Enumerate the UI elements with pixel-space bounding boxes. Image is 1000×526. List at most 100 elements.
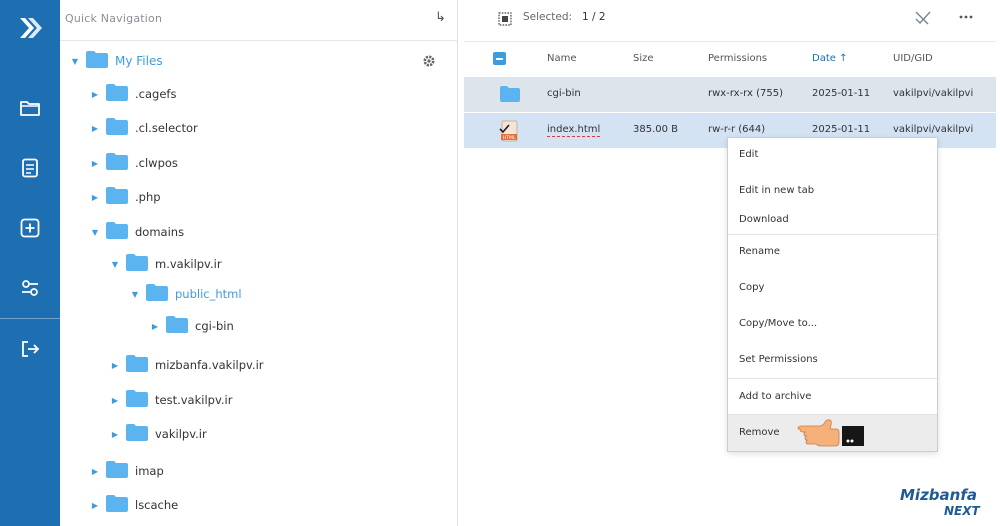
column-permissions[interactable]: Permissions <box>708 53 767 64</box>
tree-header: Quick Navigation ↳ <box>60 0 458 41</box>
connections-icon[interactable] <box>15 273 45 303</box>
tree-node-label: vakilpv.ir <box>155 427 207 441</box>
tree-node[interactable]: ▶ imap <box>90 460 164 482</box>
folder-icon <box>106 221 128 243</box>
tree-node-label: public_html <box>175 287 242 301</box>
file-date: 2025-01-11 <box>812 88 871 99</box>
left-rail <box>0 0 60 526</box>
tree-node[interactable]: ▶ .cl.selector <box>90 117 198 139</box>
tree-node-label: .cl.selector <box>135 121 198 135</box>
more-options-icon[interactable] <box>959 9 973 29</box>
menu-item-add-archive[interactable]: Add to archive <box>728 391 937 402</box>
caret-down-icon[interactable]: ▼ <box>110 260 120 269</box>
caret-right-icon[interactable]: ▶ <box>110 430 120 439</box>
tree-node-label: My Files <box>115 54 163 68</box>
tree-node-label: .clwpos <box>135 156 178 170</box>
menu-item-edit[interactable]: Edit <box>728 149 937 160</box>
tree-node-label: imap <box>135 464 164 478</box>
folder-icon <box>500 86 520 106</box>
collapse-tree-button[interactable]: ↳ <box>435 10 446 25</box>
file-permissions: rw-r-r (644) <box>708 124 766 135</box>
tree-node[interactable]: ▶ cgi-bin <box>150 315 234 337</box>
file-name: cgi-bin <box>547 88 581 99</box>
file-date: 2025-01-11 <box>812 124 871 135</box>
folder-icon <box>106 186 128 208</box>
gear-icon[interactable] <box>422 53 436 72</box>
tree-node[interactable]: ▶ lscache <box>90 494 178 516</box>
menu-item-download[interactable]: Download <box>728 214 937 225</box>
tree-node[interactable]: ▶ .php <box>90 186 161 208</box>
tree-node-label: .cagefs <box>135 87 177 101</box>
tree-node[interactable]: ▶ test.vakilpv.ir <box>110 389 232 411</box>
select-all-checkbox[interactable] <box>493 52 506 65</box>
caret-right-icon[interactable]: ▶ <box>90 193 100 202</box>
tree-node-label: test.vakilpv.ir <box>155 393 233 407</box>
pointer-hand-icon <box>796 416 866 454</box>
folder-icon <box>166 315 188 337</box>
caret-right-icon[interactable]: ▶ <box>90 159 100 168</box>
tree-node-root[interactable]: ▼ My Files <box>70 50 163 72</box>
svg-text:HTML: HTML <box>503 135 516 141</box>
add-icon[interactable] <box>15 213 45 243</box>
tree-node-label: domains <box>135 225 185 239</box>
folder-icon <box>106 494 128 516</box>
table-row[interactable]: cgi-bin rwx-rx-rx (755) 2025-01-11 vakil… <box>464 77 996 112</box>
selected-count: 1 / 2 <box>582 11 606 23</box>
table-header: Name Size Permissions Date ↑ UID/GID <box>464 41 996 75</box>
folder-icon <box>106 460 128 482</box>
file-uid: vakilpvi/vakilpvi <box>893 88 974 99</box>
caret-right-icon[interactable]: ▶ <box>110 396 120 405</box>
menu-item-copy-move[interactable]: Copy/Move to... <box>728 318 937 329</box>
html-file-icon: HTML <box>498 120 520 146</box>
tree-title: Quick Navigation <box>65 12 163 25</box>
folder-icon[interactable] <box>15 93 45 123</box>
menu-item-rename[interactable]: Rename <box>728 246 937 257</box>
tree-node[interactable]: ▶ mizbanfa.vakilpv.ir <box>110 354 264 376</box>
folder-icon <box>126 389 148 411</box>
menu-item-copy[interactable]: Copy <box>728 282 937 293</box>
menu-divider <box>728 378 937 379</box>
file-uid: vakilpvi/vakilpvi <box>893 124 974 135</box>
caret-right-icon[interactable]: ▶ <box>110 361 120 370</box>
caret-down-icon[interactable]: ▼ <box>130 290 140 299</box>
caret-right-icon[interactable]: ▶ <box>90 124 100 133</box>
folder-icon <box>106 152 128 174</box>
folder-icon <box>86 50 108 72</box>
tree-node[interactable]: ▶ .cagefs <box>90 83 176 105</box>
file-manager-app: Quick Navigation ↳ ▼ My Files ▶ .cagefs ▶ .cl… <box>0 0 1000 526</box>
column-size[interactable]: Size <box>633 53 654 64</box>
column-name[interactable]: Name <box>547 53 577 64</box>
folder-icon <box>126 253 148 275</box>
file-toolbar: Selected: 1 / 2 <box>459 0 1000 37</box>
caret-right-icon[interactable]: ▶ <box>90 90 100 99</box>
tree-node[interactable]: ▼ public_html <box>130 283 242 305</box>
rail-divider <box>0 318 60 319</box>
caret-down-icon[interactable]: ▼ <box>70 57 80 66</box>
tree-node-label: cgi-bin <box>195 319 234 333</box>
menu-item-edit-new-tab[interactable]: Edit in new tab <box>728 185 937 196</box>
caret-right-icon[interactable]: ▶ <box>90 501 100 510</box>
folder-icon <box>106 117 128 139</box>
caret-right-icon[interactable]: ▶ <box>90 467 100 476</box>
folder-tree-panel: Quick Navigation ↳ ▼ My Files ▶ .cagefs ▶ .cl… <box>60 0 458 526</box>
file-name: index.html <box>547 124 601 135</box>
logo-icon[interactable] <box>16 14 44 42</box>
document-icon[interactable] <box>15 153 45 183</box>
tree-node[interactable]: ▶ .clwpos <box>90 152 178 174</box>
folder-icon <box>146 283 168 305</box>
tree-node[interactable]: ▶ vakilpv.ir <box>110 423 207 445</box>
column-uid[interactable]: UID/GID <box>893 53 933 64</box>
tree-node[interactable]: ▼ domains <box>90 221 184 243</box>
tree-node[interactable]: ▼ m.vakilpv.ir <box>110 253 222 275</box>
caret-down-icon[interactable]: ▼ <box>90 228 100 237</box>
select-all-icon[interactable] <box>498 11 512 30</box>
caret-right-icon[interactable]: ▶ <box>150 322 160 331</box>
logout-icon[interactable] <box>15 334 45 364</box>
file-permissions: rwx-rx-rx (755) <box>708 88 784 99</box>
column-date[interactable]: Date ↑ <box>812 53 847 64</box>
menu-item-set-permissions[interactable]: Set Permissions <box>728 354 937 365</box>
context-menu: Edit Edit in new tab Download Rename Cop… <box>727 137 938 452</box>
deselect-icon[interactable] <box>914 9 932 29</box>
tree-node-label: lscache <box>135 498 179 512</box>
menu-divider <box>728 234 937 235</box>
